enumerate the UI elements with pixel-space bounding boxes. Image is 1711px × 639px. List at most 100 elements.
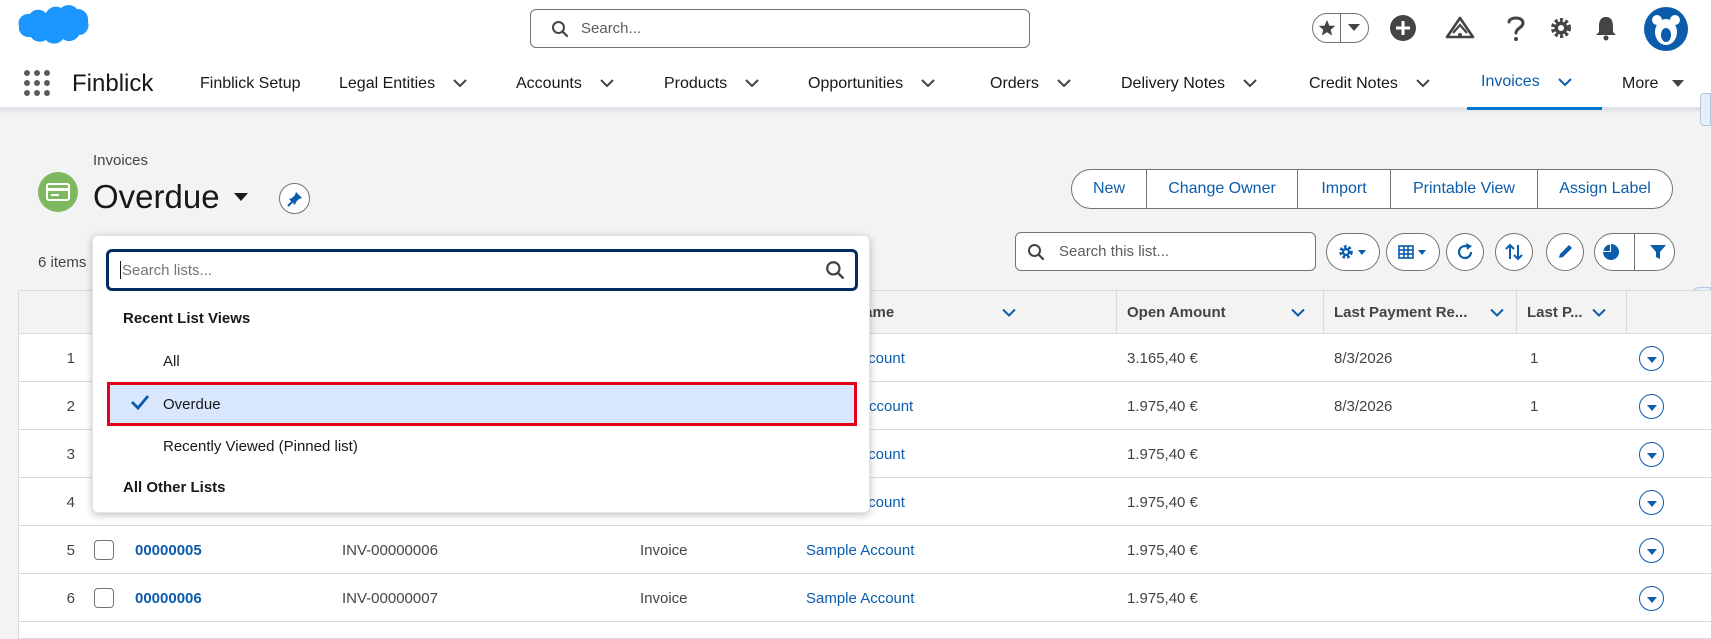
- list-view-caret-icon[interactable]: [233, 193, 248, 201]
- global-header: Search...: [0, 0, 1711, 57]
- chevron-down-icon[interactable]: [1416, 77, 1430, 91]
- chevron-down-icon[interactable]: [1243, 77, 1257, 91]
- row-action-menu[interactable]: [1639, 346, 1664, 371]
- list-view-title[interactable]: Overdue: [93, 178, 248, 216]
- list-actions-button-group: New Change Owner Import Printable View A…: [1071, 169, 1673, 209]
- row-number: 6: [66, 589, 75, 607]
- row-action-menu[interactable]: [1639, 538, 1664, 563]
- list-search-input[interactable]: Search this list...: [1015, 232, 1316, 271]
- breadcrumb[interactable]: Invoices: [93, 152, 148, 169]
- nav-item-credit-notes[interactable]: Credit Notes: [1309, 57, 1430, 110]
- app-name: Finblick: [72, 70, 154, 97]
- nav-item-delivery-notes[interactable]: Delivery Notes: [1121, 57, 1257, 110]
- list-option-overdue[interactable]: Overdue: [107, 382, 857, 426]
- search-lists-placeholder: Search lists...: [122, 261, 213, 279]
- invoice-object-icon: [38, 172, 78, 212]
- user-avatar[interactable]: [1644, 7, 1688, 51]
- chevron-down-icon[interactable]: [453, 77, 467, 91]
- trailhead-icon[interactable]: [1444, 12, 1476, 44]
- nav-item-more[interactable]: More: [1622, 57, 1686, 110]
- change-owner-button[interactable]: Change Owner: [1146, 170, 1297, 208]
- row-checkbox[interactable]: [94, 540, 114, 560]
- checkmark-icon: [131, 395, 150, 411]
- chevron-down-icon[interactable]: [1057, 77, 1071, 91]
- assign-label-button[interactable]: Assign Label: [1537, 170, 1672, 208]
- caret-down-icon: [1646, 548, 1657, 555]
- setup-gear-icon[interactable]: [1545, 12, 1577, 44]
- chart-filter-button-group: [1594, 233, 1675, 271]
- notifications-bell-icon[interactable]: [1590, 12, 1622, 44]
- row-number: 4: [66, 493, 75, 511]
- row-action-menu[interactable]: [1639, 490, 1664, 515]
- last-payment: 8/3/2026: [1334, 397, 1393, 415]
- caret-down-icon[interactable]: [1672, 77, 1686, 91]
- account-link[interactable]: Sample Account: [806, 526, 914, 574]
- nav-item-invoices[interactable]: Invoices: [1467, 57, 1602, 110]
- row-action-menu[interactable]: [1639, 442, 1664, 467]
- row-action-menu[interactable]: [1639, 394, 1664, 419]
- nav-item-orders[interactable]: Orders: [990, 57, 1071, 110]
- last-payment: 8/3/2026: [1334, 349, 1393, 367]
- chevron-down-icon[interactable]: [1291, 306, 1305, 320]
- table-row[interactable]: 5 00000005 INV-00000006 Invoice Sample A…: [19, 526, 1711, 574]
- favorites-star-icon[interactable]: [1313, 14, 1340, 42]
- app-navigation-bar: Finblick Finblick Setup Legal Entities A…: [0, 57, 1711, 110]
- table-row[interactable]: 6 00000006 INV-00000007 Invoice Sample A…: [19, 574, 1711, 622]
- row-checkbox[interactable]: [94, 588, 114, 608]
- favorites-button-group: [1312, 13, 1369, 43]
- open-amount: 1.975,40 €: [1127, 493, 1198, 511]
- sort-icon: [1505, 243, 1523, 261]
- pin-list-button[interactable]: [279, 183, 310, 214]
- open-amount: 1.975,40 €: [1127, 541, 1198, 559]
- column-header-open-amount[interactable]: Open Amount: [1116, 291, 1323, 334]
- filter-icon[interactable]: [1649, 243, 1667, 261]
- help-icon[interactable]: [1500, 12, 1532, 44]
- account-link[interactable]: Sample Account: [806, 574, 914, 622]
- nav-item-accounts[interactable]: Accounts: [516, 57, 614, 110]
- list-controls-button[interactable]: [1326, 233, 1380, 271]
- nav-item-legal-entities[interactable]: Legal Entities: [339, 57, 467, 110]
- column-header-last-payment[interactable]: Last Payment Re...: [1323, 291, 1516, 334]
- new-button[interactable]: New: [1072, 170, 1146, 208]
- nav-item-finblick-setup[interactable]: Finblick Setup: [200, 57, 301, 110]
- chevron-down-icon[interactable]: [1002, 306, 1016, 320]
- chevron-down-icon[interactable]: [1490, 306, 1504, 320]
- column-header-last-p[interactable]: Last P...: [1516, 291, 1626, 334]
- pencil-icon: [1559, 245, 1572, 258]
- column-header-actions: [1626, 291, 1711, 334]
- display-as-button[interactable]: [1386, 233, 1440, 271]
- chevron-down-icon[interactable]: [745, 77, 759, 91]
- global-actions-icon[interactable]: [1387, 12, 1419, 44]
- chevron-down-icon[interactable]: [1557, 75, 1572, 89]
- salesforce-logo[interactable]: [16, 4, 90, 54]
- nav-item-products[interactable]: Products: [664, 57, 759, 110]
- chevron-down-icon[interactable]: [921, 77, 935, 91]
- invoice-number-link[interactable]: 00000005: [135, 526, 202, 574]
- sort-button[interactable]: [1495, 233, 1533, 271]
- list-option-all[interactable]: All: [108, 342, 856, 380]
- list-view-picker-dropdown: Search lists... Recent List Views All Ov…: [92, 235, 870, 513]
- global-search-input[interactable]: Search...: [530, 9, 1030, 48]
- refresh-button[interactable]: [1446, 233, 1484, 271]
- chevron-down-icon[interactable]: [1592, 306, 1606, 320]
- caret-down-icon: [1646, 452, 1657, 459]
- search-icon: [1028, 243, 1045, 260]
- pin-icon: [286, 191, 302, 207]
- app-launcher-icon[interactable]: [24, 70, 50, 96]
- pie-chart-icon[interactable]: [1602, 243, 1620, 261]
- side-panel-tab[interactable]: [1700, 93, 1711, 126]
- items-count: 6 items: [38, 254, 87, 271]
- invoice-type: Invoice: [640, 589, 688, 607]
- edit-list-button[interactable]: [1546, 233, 1584, 271]
- row-number: 2: [66, 397, 75, 415]
- printable-view-button[interactable]: Printable View: [1390, 170, 1537, 208]
- import-button[interactable]: Import: [1297, 170, 1390, 208]
- caret-down-icon: [1646, 404, 1657, 411]
- row-action-menu[interactable]: [1639, 586, 1664, 611]
- favorites-list-icon[interactable]: [1341, 14, 1368, 42]
- invoice-number-link[interactable]: 00000006: [135, 574, 202, 622]
- nav-item-opportunities[interactable]: Opportunities: [808, 57, 935, 110]
- chevron-down-icon[interactable]: [600, 77, 614, 91]
- list-option-recently-viewed[interactable]: Recently Viewed (Pinned list): [108, 427, 856, 465]
- search-lists-input[interactable]: Search lists...: [106, 249, 858, 291]
